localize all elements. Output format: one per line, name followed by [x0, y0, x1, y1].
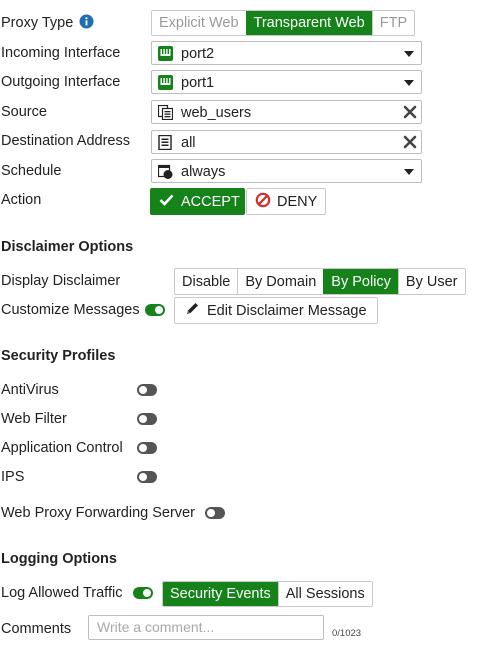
security-profiles-heading: Security Profiles [1, 348, 116, 364]
address-icon [158, 134, 173, 151]
comments-label: Comments [1, 621, 72, 637]
disclaimer-by-domain[interactable]: By Domain [237, 269, 323, 294]
display-disclaimer-label: Display Disclaimer [1, 273, 121, 289]
log-all-sessions[interactable]: All Sessions [277, 582, 372, 606]
outgoing-interface-value: port1 [181, 75, 215, 91]
destination-address-value: all [181, 135, 196, 151]
incoming-interface-value: port2 [181, 46, 215, 62]
source-label: Source [1, 104, 47, 120]
antivirus-label: AntiVirus [1, 382, 59, 398]
edit-disclaimer-message-button[interactable]: Edit Disclaimer Message [174, 297, 378, 324]
check-icon [159, 194, 174, 210]
deny-button[interactable]: DENY [246, 188, 326, 215]
accept-button[interactable]: ACCEPT [150, 188, 245, 215]
incoming-interface-select[interactable]: port2 [151, 41, 422, 65]
schedule-value: always [181, 164, 226, 180]
web-filter-label: Web Filter [1, 411, 67, 427]
pencil-icon [185, 301, 200, 320]
address-group-icon [157, 104, 174, 121]
deny-icon [255, 192, 271, 212]
incoming-interface-label: Incoming Interface [1, 45, 121, 61]
web-proxy-forwarding-server-toggle[interactable] [205, 507, 225, 519]
source-value: web_users [181, 105, 252, 121]
disclaimer-by-user[interactable]: By User [397, 269, 465, 294]
customize-messages-label: Customize Messages [1, 302, 140, 318]
proxy-type-label: Proxy Type [1, 14, 94, 33]
ips-toggle[interactable] [137, 471, 157, 483]
proxy-type-selector: Explicit Web Transparent Web FTP [151, 10, 416, 36]
chevron-down-icon [404, 80, 414, 86]
disclaimer-by-policy[interactable]: By Policy [323, 269, 398, 294]
outgoing-interface-select[interactable]: port1 [151, 70, 422, 94]
customize-messages-toggle[interactable] [145, 304, 165, 316]
schedule-label: Schedule [1, 163, 62, 179]
schedule-select[interactable]: always [151, 159, 422, 183]
comment-char-counter: 0/1023 [332, 628, 362, 639]
port-icon [158, 75, 173, 90]
destination-address-field[interactable]: all [151, 130, 422, 154]
web-filter-toggle[interactable] [137, 413, 157, 425]
log-allowed-traffic-label: Log Allowed Traffic [1, 585, 123, 601]
display-disclaimer-selector: Disable By Domain By Policy By User [174, 268, 466, 295]
remove-icon[interactable] [403, 135, 417, 149]
proxy-type-explicit-web[interactable]: Explicit Web [152, 11, 246, 35]
ips-label: IPS [1, 469, 25, 485]
disclaimer-options-heading: Disclaimer Options [1, 239, 134, 255]
deny-button-label: DENY [277, 193, 318, 210]
proxy-type-transparent-web[interactable]: Transparent Web [245, 11, 372, 35]
info-icon[interactable] [79, 14, 94, 33]
log-allowed-traffic-toggle[interactable] [133, 587, 153, 599]
accept-button-label: ACCEPT [181, 193, 240, 210]
chevron-down-icon [404, 51, 414, 57]
comments-input[interactable] [88, 615, 324, 640]
remove-icon[interactable] [403, 105, 417, 119]
chevron-down-icon [404, 169, 414, 175]
disclaimer-disable[interactable]: Disable [175, 269, 237, 294]
application-control-label: Application Control [1, 440, 123, 456]
web-proxy-forwarding-server-label: Web Proxy Forwarding Server [1, 505, 195, 521]
log-security-events[interactable]: Security Events [163, 582, 278, 606]
antivirus-toggle[interactable] [137, 384, 157, 396]
destination-address-label: Destination Address [1, 133, 130, 149]
action-label: Action [1, 192, 42, 208]
schedule-icon [157, 164, 173, 179]
edit-disclaimer-message-label: Edit Disclaimer Message [207, 302, 367, 319]
port-icon [158, 46, 173, 61]
application-control-toggle[interactable] [137, 442, 157, 454]
proxy-type-ftp[interactable]: FTP [371, 11, 414, 35]
logging-options-heading: Logging Options [1, 551, 117, 567]
outgoing-interface-label: Outgoing Interface [1, 74, 121, 90]
log-mode-selector: Security Events All Sessions [162, 581, 373, 607]
source-field[interactable]: web_users [151, 100, 422, 124]
